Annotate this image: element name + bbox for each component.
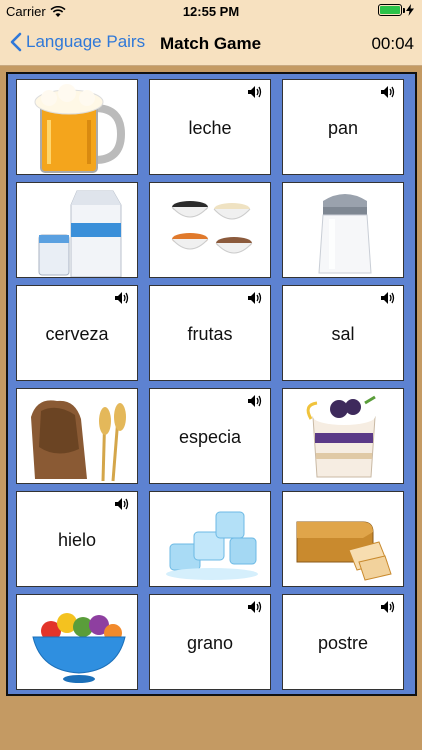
dessert-parfait-icon <box>306 395 376 478</box>
clock: 12:55 PM <box>182 4 240 19</box>
bolt-icon <box>406 4 414 16</box>
speaker-icon <box>381 86 395 98</box>
speaker-icon <box>248 395 262 407</box>
chevron-left-icon <box>10 32 22 52</box>
salt-shaker-icon <box>318 194 372 274</box>
bread-loaf-icon <box>296 521 392 581</box>
card-12[interactable] <box>282 388 404 484</box>
card-word: cerveza <box>45 324 109 344</box>
card-2[interactable]: leche <box>149 79 271 175</box>
milk-carton-icon <box>38 190 122 277</box>
card-4[interactable] <box>16 182 138 278</box>
card-18[interactable]: postre <box>282 594 404 690</box>
card-9[interactable]: sal <box>282 285 404 381</box>
card-15[interactable] <box>282 491 404 587</box>
back-button-label: Language Pairs <box>26 32 146 51</box>
speaker-icon <box>381 292 395 304</box>
speaker-icon <box>248 292 262 304</box>
card-3[interactable]: pan <box>282 79 404 175</box>
ice-cubes-icon <box>166 511 258 580</box>
battery-status <box>378 4 414 16</box>
card-7[interactable]: cerveza <box>16 285 138 381</box>
card-word: postre <box>317 633 369 653</box>
speaker-icon <box>381 601 395 613</box>
card-word: grano <box>186 633 234 653</box>
battery-icon <box>378 4 405 16</box>
card-5[interactable] <box>149 182 271 278</box>
card-1[interactable] <box>16 79 138 175</box>
grain-sack-icon <box>31 400 126 482</box>
card-word: pan <box>327 118 359 138</box>
speaker-icon <box>115 292 129 304</box>
back-button[interactable]: Language Pairs <box>10 32 145 52</box>
card-word: leche <box>188 118 232 138</box>
beer-mug-icon <box>34 84 126 173</box>
card-14[interactable] <box>149 491 271 587</box>
speaker-icon <box>248 86 262 98</box>
card-word: sal <box>331 324 355 344</box>
card-word: hielo <box>57 530 97 550</box>
card-11[interactable]: especia <box>149 388 271 484</box>
card-16[interactable] <box>16 594 138 690</box>
game-timer: 00:04 <box>371 34 414 53</box>
status-bar: Carrier 12:55 PM <box>0 0 422 22</box>
speaker-icon <box>248 601 262 613</box>
navigation-bar: Language Pairs Match Game 00:04 <box>0 22 422 66</box>
card-8[interactable]: frutas <box>149 285 271 381</box>
speaker-icon <box>115 498 129 510</box>
card-10[interactable] <box>16 388 138 484</box>
page-title: Match Game <box>160 34 262 53</box>
card-word: frutas <box>187 324 233 344</box>
card-word: especia <box>178 427 242 447</box>
card-13[interactable]: hielo <box>16 491 138 587</box>
card-6[interactable] <box>282 182 404 278</box>
fruit-bowl-icon <box>32 613 126 683</box>
game-board: leche pan cerveza frutas sal especia hie… <box>6 72 417 696</box>
spice-bowls-icon <box>171 201 253 254</box>
card-17[interactable]: grano <box>149 594 271 690</box>
